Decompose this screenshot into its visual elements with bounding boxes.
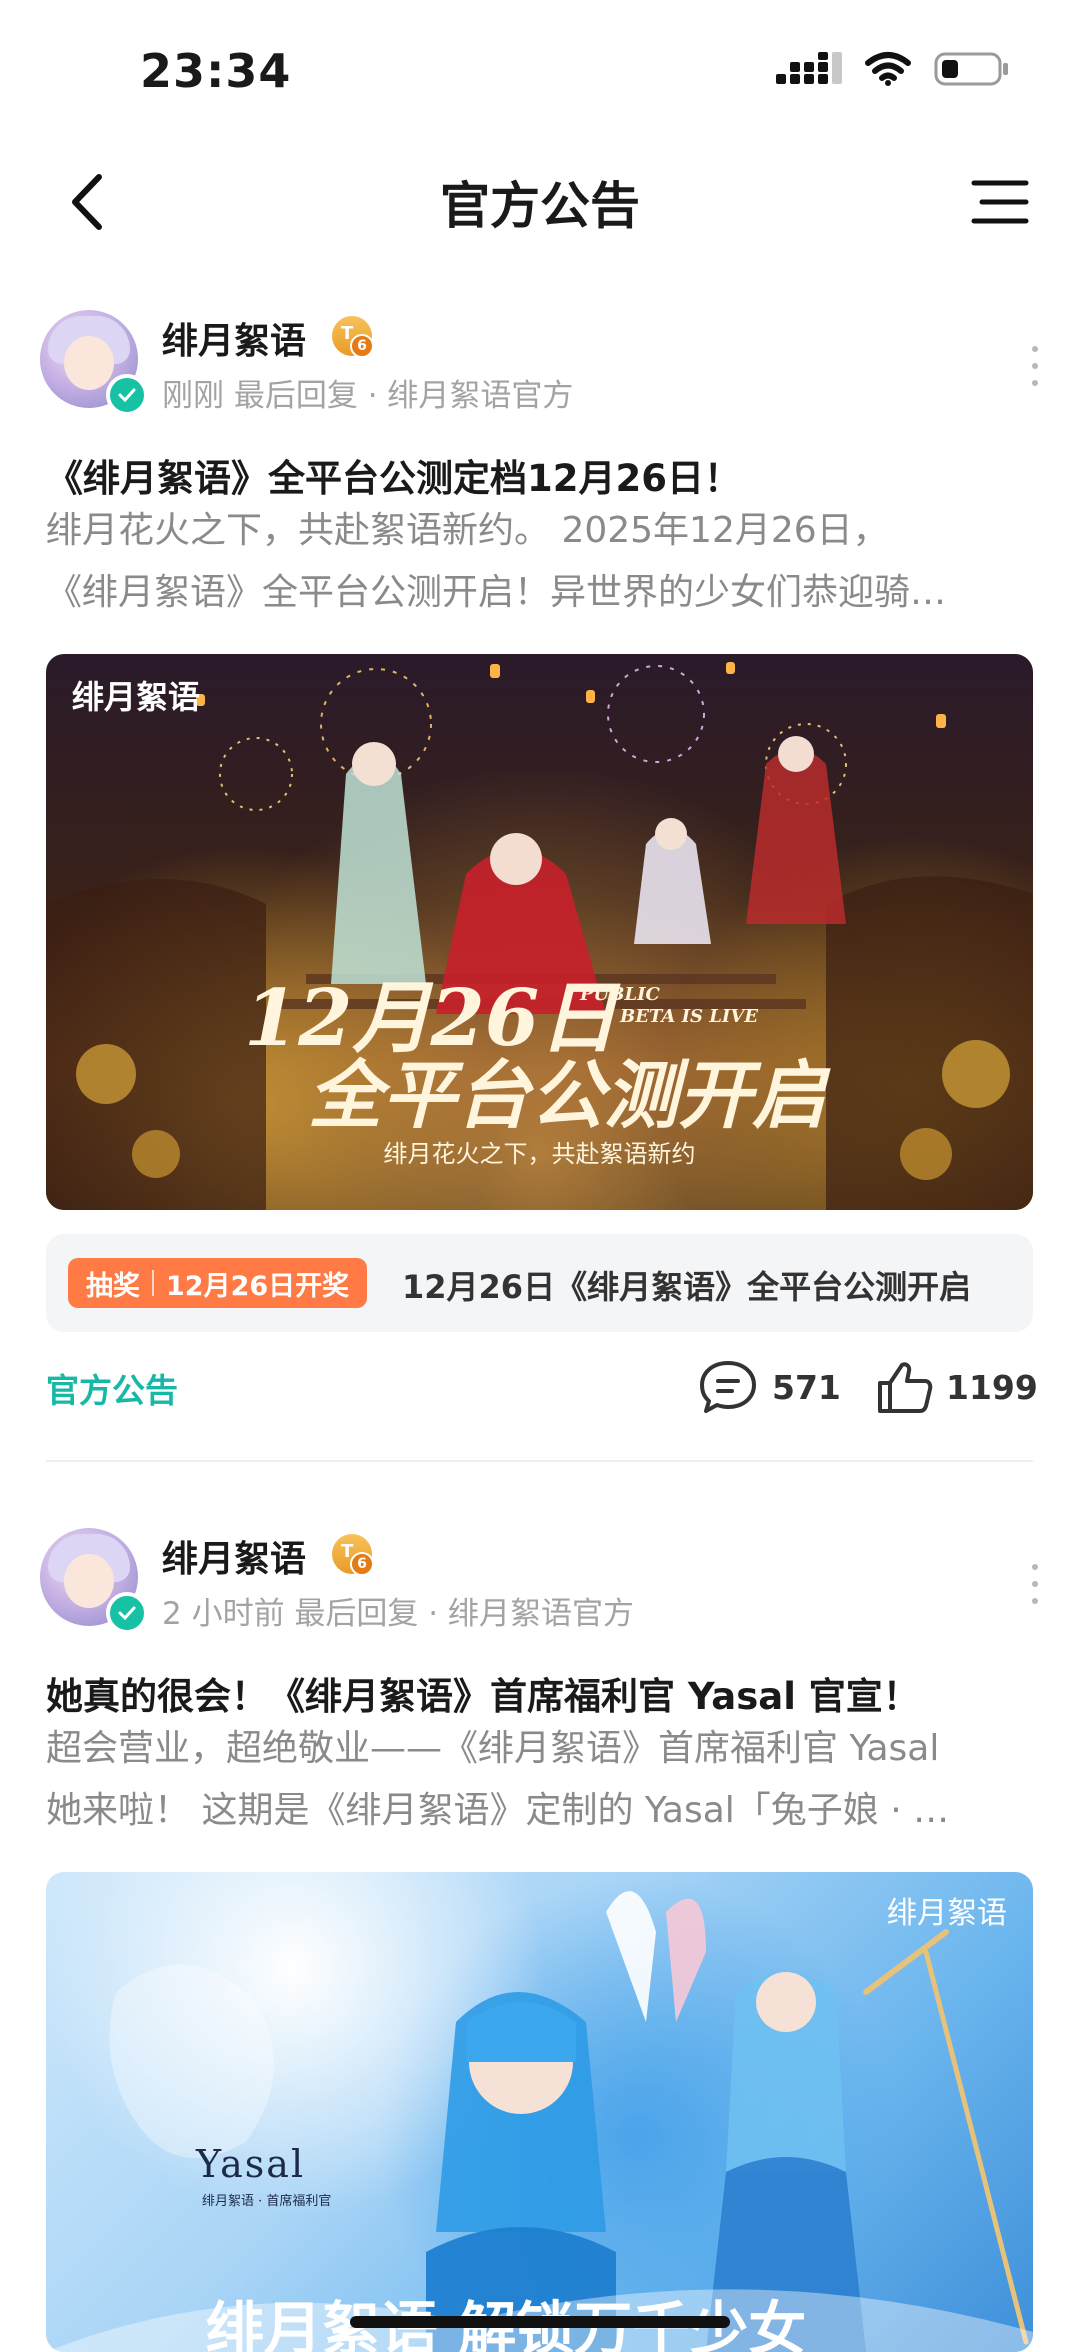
wifi-icon	[865, 52, 911, 86]
verified-badge-icon	[106, 374, 148, 416]
banner-tagline: 绯月花火之下，共赴絮语新约	[383, 1140, 696, 1168]
more-options-icon[interactable]	[1020, 1564, 1050, 1604]
avatar-face	[64, 1554, 114, 1608]
lottery-text: 12月26日《绯月絮语》全平台公测开启	[402, 1268, 972, 1306]
post-meta: 2 小时前 最后回复 · 绯月絮语官方	[162, 1596, 634, 1632]
banner-en-line1: PUBLIC	[580, 984, 660, 1005]
comment-icon	[700, 1361, 756, 1413]
like-count: 1199	[946, 1367, 1038, 1407]
lottery-bar[interactable]: 抽奖 12月26日开奖 12月26日《绯月絮语》全平台公测开启	[46, 1234, 1033, 1332]
thumbs-up-icon	[878, 1362, 933, 1413]
banner-illustration	[46, 1891, 1033, 2352]
lottery-tag-date: 12月26日开奖	[166, 1270, 350, 1302]
level-number: 6	[350, 1552, 374, 1576]
more-options-icon[interactable]	[1020, 346, 1050, 386]
home-indicator[interactable]	[350, 2316, 730, 2328]
menu-button[interactable]	[960, 162, 1040, 242]
author-avatar[interactable]	[40, 1528, 148, 1634]
excerpt-line: 超会营业，超绝敬业——《绯月絮语》首席福利官 Yasal	[46, 1728, 940, 1769]
level-badge-icon: T 6	[332, 1534, 374, 1576]
battery-icon	[934, 52, 1008, 86]
verified-badge-icon	[106, 1592, 148, 1634]
excerpt-line: 绯月花火之下，共赴絮语新约。 2025年12月26日，	[46, 510, 889, 551]
banner-headline: 全平台公测开启	[308, 1053, 826, 1139]
lottery-tag-divider	[152, 1270, 154, 1296]
topic-tag[interactable]: 官方公告	[46, 1364, 178, 1412]
level-badge-icon: T 6	[332, 316, 374, 358]
status-time: 23:34	[140, 44, 292, 98]
author-name[interactable]: 绯月絮语	[162, 1530, 306, 1582]
level-number: 6	[350, 334, 374, 358]
banner-logo: 绯月絮语	[72, 678, 201, 716]
like-button[interactable]: 1199	[876, 1352, 1038, 1422]
lottery-tag-label: 抽奖	[86, 1270, 140, 1302]
comment-button[interactable]: 571	[698, 1352, 841, 1422]
excerpt-line: 《绯月絮语》全平台公测开启！异世界的少女们恭迎骑…	[46, 572, 947, 613]
banner-en-line2: BETA IS LIVE	[620, 1006, 759, 1027]
banner-name: Yasal	[196, 2142, 306, 2186]
excerpt-line: 她来啦！ 这期是《绯月絮语》定制的 Yasal「兔子娘 · …	[46, 1790, 950, 1831]
lottery-tag: 抽奖 12月26日开奖	[68, 1258, 368, 1308]
cellular-signal-icon	[776, 52, 842, 84]
post-image[interactable]: 绯月絮语 12月26日 PUBLIC BETA IS LIVE 全平台公测开启 …	[46, 654, 1033, 1210]
post-actions: 官方公告 571 1199	[0, 1352, 1080, 1422]
menu-icon	[971, 180, 1029, 224]
post-divider	[46, 1460, 1033, 1462]
status-icons	[776, 50, 1010, 88]
status-bar: 23:34	[0, 0, 1080, 140]
banner-subtitle: 绯月絮语 · 首席福利官	[202, 2194, 332, 2209]
comment-count: 571	[772, 1367, 841, 1407]
author-name[interactable]: 绯月絮语	[162, 312, 306, 364]
page-title: 官方公告	[440, 177, 640, 235]
post-excerpt[interactable]: 绯月花火之下，共赴絮语新约。 2025年12月26日， 《绯月絮语》全平台公测开…	[46, 500, 1036, 624]
author-avatar[interactable]	[40, 310, 148, 416]
post-title[interactable]: 《绯月絮语》全平台公测定档12月26日！	[46, 448, 741, 502]
post-meta: 刚刚 最后回复 · 绯月絮语官方	[162, 378, 574, 414]
post-excerpt[interactable]: 超会营业，超绝敬业——《绯月絮语》首席福利官 Yasal 她来啦！ 这期是《绯月…	[46, 1718, 1036, 1842]
nav-bar: 官方公告	[0, 140, 1080, 290]
post-image[interactable]: 绯月絮语 Yasal 绯月絮语 · 首席福利官 绯月絮语 解锁万千少女	[46, 1872, 1033, 2352]
avatar-face	[64, 336, 114, 390]
post-title[interactable]: 她真的很会！《绯月絮语》首席福利官 Yasal 官宣！	[46, 1666, 920, 1720]
banner-logo: 绯月絮语	[887, 1896, 1007, 1931]
